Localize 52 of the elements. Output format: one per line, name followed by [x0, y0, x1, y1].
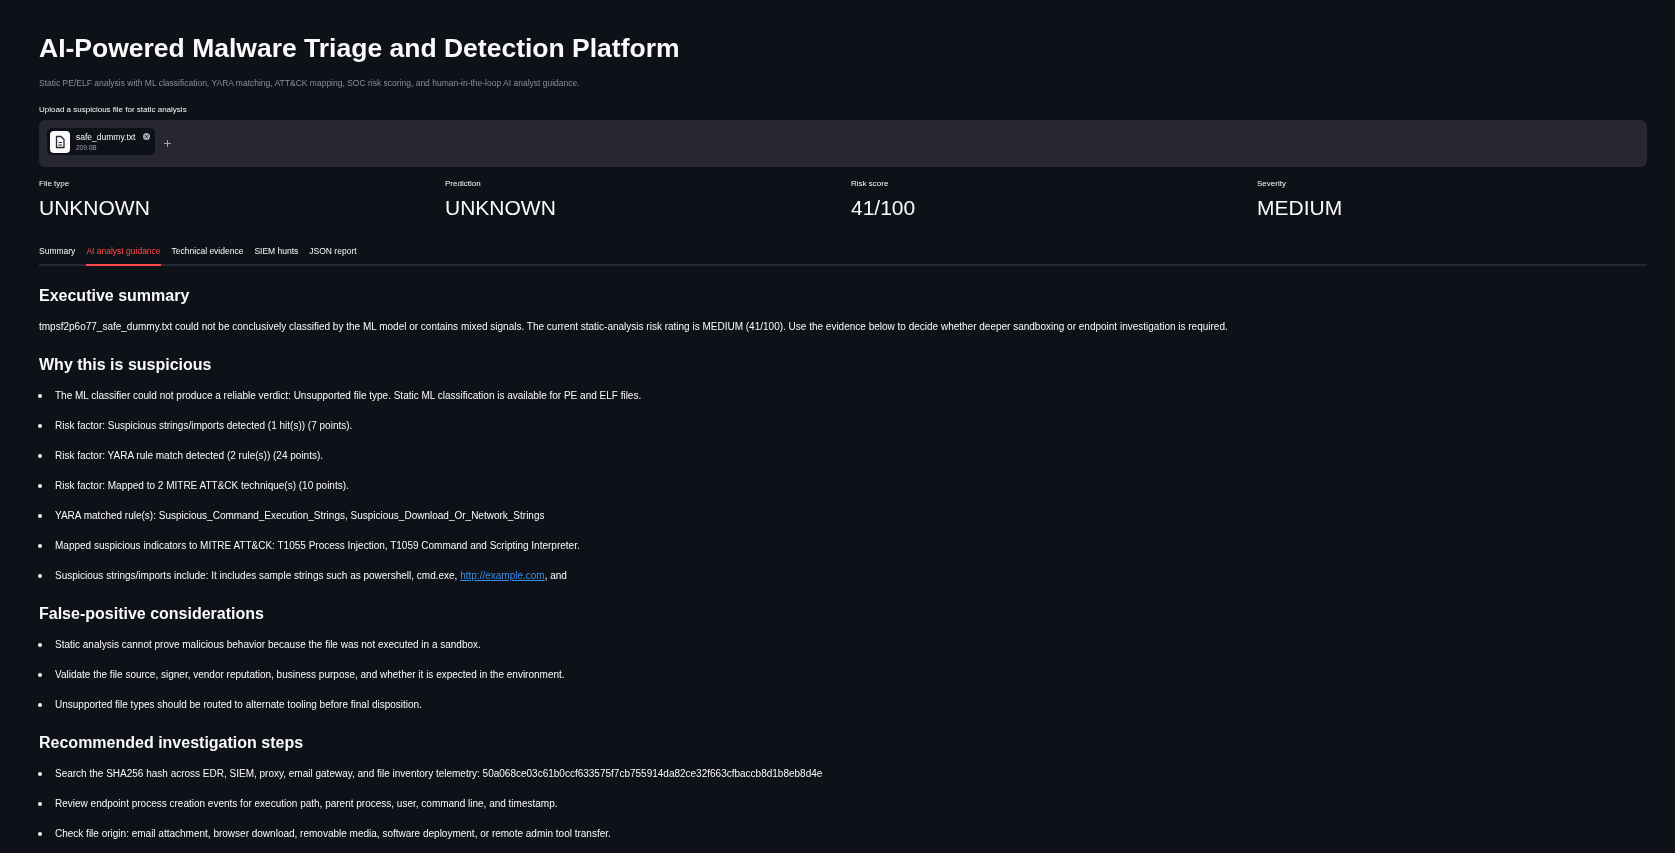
list-item-text: Search the SHA256 hash across EDR, SIEM, proxy, email gateway, and file inventory telemetry: 50a068ce03c61b0ccf633575f7cb755914da82ce32f663cfbaccb8d1b8eb8d4e: [55, 767, 823, 781]
bullet-icon: [38, 484, 42, 488]
bullet-icon: [38, 673, 42, 677]
page-title: AI-Powered Malware Triage and Detection Platform: [39, 33, 681, 63]
list-item-text: Risk factor: YARA rule match detected (2 rule(s)) (24 points).: [55, 449, 324, 463]
metric-value: MEDIUM: [1257, 195, 1344, 221]
metric-label: Severity: [1257, 178, 1287, 190]
plus-icon[interactable]: [164, 140, 172, 147]
list-item-text: YARA matched rule(s): Suspicious_Command_Execution_Strings, Suspicious_Download_Or_Network_Strings: [55, 509, 545, 523]
list-item-text: Suspicious strings/imports include: It includes sample strings such as powershell, cmd.exe, http://example.com, and: [55, 569, 567, 583]
section-heading: Executive summary: [39, 286, 191, 306]
list-item-text: Unsupported file types should be routed to alternate tooling before final disposition.: [55, 698, 422, 712]
link[interactable]: http://example.com: [460, 570, 545, 581]
document-icon: [50, 130, 70, 153]
metric-label: Risk score: [851, 178, 890, 190]
tab[interactable]: JSON report: [309, 244, 357, 266]
list-item-text: Review endpoint process creation events for execution path, parent process, user, command line, and timestamp.: [55, 797, 558, 811]
bullet-icon: [38, 643, 42, 647]
tab[interactable]: Technical evidence: [171, 244, 244, 266]
uploader-label: Upload a suspicious file for static analysis: [39, 104, 188, 116]
list-item-text: Mapped suspicious indicators to MITRE ATT&CK: T1055 Process Injection, T1059 Command and Scripting Interpreter.: [55, 539, 580, 553]
section-heading: Recommended investigation steps: [39, 733, 305, 753]
tab[interactable]: SIEM hunts: [254, 244, 299, 266]
list-item-text: Risk factor: Suspicious strings/imports detected (1 hit(s)) (7 points).: [55, 419, 353, 433]
list-item-text: Static analysis cannot prove malicious behavior because the file was not executed in a sandbox.: [55, 638, 481, 652]
bullet-icon: [38, 544, 42, 548]
bullet-icon: [38, 802, 42, 806]
metric-label: Prediction: [445, 178, 482, 190]
metric-value: UNKNOWN: [445, 195, 557, 221]
page-subtitle: Static PE/ELF analysis with ML classification, YARA matching, ATT&CK mapping, SOC risk scoring, and human-in-the-loop AI analyst guidance.: [39, 77, 581, 89]
list-item-text: The ML classifier could not produce a reliable verdict: Unsupported file type. Static ML classification is available for PE and ELF files.: [55, 389, 642, 403]
bullet-icon: [38, 424, 42, 428]
tab[interactable]: Summary: [39, 244, 76, 266]
section-heading: False-positive considerations: [39, 604, 265, 624]
bullet-icon: [38, 832, 42, 836]
list-item-text: Validate the file source, signer, vendor reputation, business purpose, and whether it is expected in the environment.: [55, 668, 565, 682]
summary-paragraph: tmpsf2p6o77_safe_dummy.txt could not be conclusively classified by the ML model or contains mixed signals. The current static-analysis risk rating is MEDIUM (41/100). Use the evidence below to decide whether deeper sandboxing or endpoint investigation is required.: [39, 320, 1229, 334]
list-item-text: Risk factor: Mapped to 2 MITRE ATT&CK technique(s) (10 points).: [55, 479, 349, 493]
metric-label: File type: [39, 178, 71, 190]
bullet-icon: [38, 772, 42, 776]
bullet-icon: [38, 394, 42, 398]
bullet-icon: [38, 454, 42, 458]
tab[interactable]: AI analyst guidance: [86, 244, 161, 266]
file-name: safe_dummy.txt: [76, 131, 136, 143]
bullet-icon: [38, 703, 42, 707]
bullet-icon: [38, 514, 42, 518]
metric-value: UNKNOWN: [39, 195, 151, 221]
list-item-text: Check file origin: email attachment, browser download, removable media, software deployment, or remote admin tool transfer.: [55, 827, 611, 841]
bullet-icon: [38, 574, 42, 578]
section-heading: Why this is suspicious: [39, 355, 213, 375]
close-icon[interactable]: [143, 133, 151, 140]
metric-value: 41/100: [851, 195, 917, 221]
